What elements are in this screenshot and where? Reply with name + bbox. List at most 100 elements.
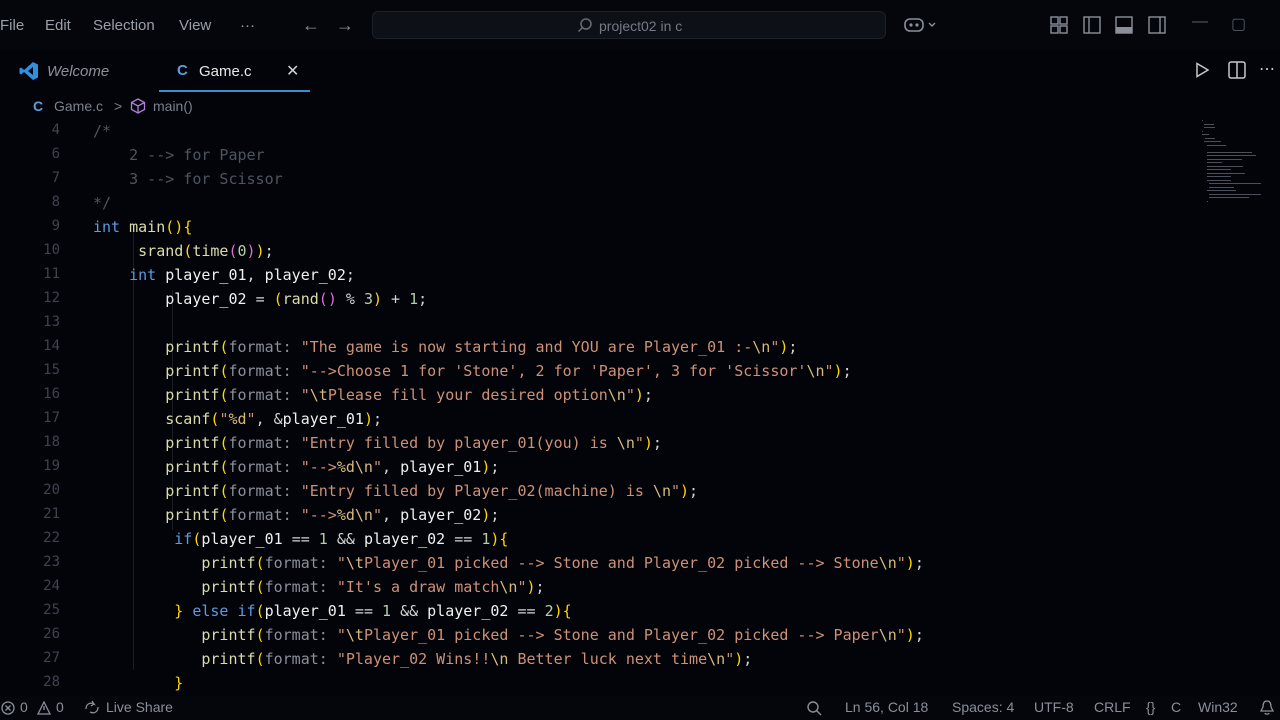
breadcrumb-file[interactable]: Game.c	[54, 98, 103, 114]
toggle-secondary-sidebar-icon[interactable]	[1148, 16, 1166, 34]
customize-layout-icon[interactable]	[1050, 16, 1068, 34]
menu-file[interactable]: File	[0, 17, 24, 34]
line-number: 23	[43, 554, 60, 570]
warning-icon[interactable]	[37, 701, 51, 715]
maximize-icon[interactable]: ▢	[1231, 14, 1246, 34]
code-text: }	[174, 674, 184, 692]
code-editor[interactable]: 4/* 6 2 --> for Paper 7 3 --> for Scissor 8…	[0, 120, 1200, 692]
code-line[interactable]: 10 srand(time(0));	[0, 242, 1200, 266]
live-share-button[interactable]: Live Share	[106, 699, 173, 715]
error-icon[interactable]	[1, 701, 15, 715]
command-center-search[interactable]: project02 in c	[372, 11, 886, 39]
code-line[interactable]: 26 printf(format: "\tPlayer_01 picked --…	[0, 626, 1200, 650]
minimap-line	[1209, 193, 1262, 195]
encoding[interactable]: UTF-8	[1034, 699, 1074, 715]
c-file-icon: C	[33, 98, 44, 114]
minimap[interactable]	[1202, 118, 1270, 208]
more-actions-icon[interactable]: ⋯	[1259, 59, 1275, 79]
tab-game-c[interactable]: C Game.c ✕	[159, 50, 310, 92]
code-line[interactable]: 15 printf(format: "-->Choose 1 for 'Ston…	[0, 362, 1200, 386]
minimap-line	[1204, 127, 1216, 128]
code-line[interactable]: 12 player_02 = (rand() % 3) + 1;	[0, 290, 1200, 314]
code-text: printf(format: "-->%d\n", player_02);	[165, 506, 500, 524]
code-text: 3 --> for Scissor	[93, 170, 283, 188]
code-line[interactable]: 24 printf(format: "It's a draw match\n")…	[0, 578, 1200, 602]
braces-icon[interactable]: {}	[1146, 699, 1155, 715]
minimap-line	[1209, 197, 1249, 198]
indentation[interactable]: Spaces: 4	[952, 699, 1014, 715]
code-line[interactable]: 7 3 --> for Scissor	[0, 170, 1200, 194]
code-text: int player_01, player_02;	[129, 266, 355, 284]
line-number: 17	[43, 410, 60, 426]
error-count[interactable]: 0	[20, 699, 28, 715]
breadcrumb-symbol[interactable]: main()	[153, 98, 193, 114]
minimap-line	[1206, 169, 1231, 170]
line-number: 10	[43, 242, 60, 258]
code-line[interactable]: 20 printf(format: "Entry filled by Playe…	[0, 482, 1200, 506]
breadcrumb-separator: >	[114, 98, 123, 114]
code-text: printf(format: "\tPlease fill your desir…	[165, 386, 653, 404]
code-line[interactable]: 19 printf(format: "-->%d\n", player_01);	[0, 458, 1200, 482]
minimap-line	[1206, 158, 1242, 160]
warning-count[interactable]: 0	[56, 699, 64, 715]
live-share-icon[interactable]	[84, 700, 100, 716]
code-text: printf(format: "Entry filled by player_0…	[165, 434, 662, 452]
forward-arrow-icon[interactable]: →	[336, 15, 354, 36]
minimap-line	[1206, 162, 1223, 163]
line-number: 19	[43, 458, 60, 474]
tab-welcome[interactable]: Welcome	[0, 50, 150, 92]
symbol-method-icon	[130, 98, 146, 114]
menu-edit[interactable]: Edit	[45, 17, 71, 34]
cursor-position[interactable]: Ln 56, Col 18	[845, 699, 928, 715]
code-text: printf(format: "\tPlayer_01 picked --> S…	[201, 626, 924, 644]
zoom-icon[interactable]	[806, 700, 822, 716]
code-line[interactable]: 23 printf(format: "\tPlayer_01 picked --…	[0, 554, 1200, 578]
end-of-line[interactable]: CRLF	[1094, 699, 1131, 715]
code-line[interactable]: 4 /*	[0, 122, 1200, 146]
minimap-line	[1206, 165, 1243, 167]
line-number: 13	[43, 314, 60, 330]
menu-view[interactable]: View	[179, 17, 211, 34]
language-mode[interactable]: C	[1171, 699, 1181, 715]
status-bar: 0 0 Live Share Ln 56, Col 18 Spaces: 4 U…	[0, 696, 1280, 720]
minimap-line	[1202, 130, 1204, 132]
line-number: 20	[43, 482, 60, 498]
copilot-icon[interactable]	[904, 16, 938, 34]
code-line[interactable]: 17 scanf("%d", &player_01);	[0, 410, 1200, 434]
toggle-sidebar-icon[interactable]	[1083, 16, 1101, 34]
code-line[interactable]: 21 printf(format: "-->%d\n", player_02);	[0, 506, 1200, 530]
line-number: 6	[51, 146, 60, 162]
minimap-line	[1207, 179, 1232, 181]
code-line[interactable]: 9 int main(){	[0, 218, 1200, 242]
back-arrow-icon[interactable]: ←	[302, 15, 320, 36]
split-editor-icon[interactable]	[1228, 61, 1246, 79]
line-number: 8	[51, 194, 60, 210]
minimap-line	[1207, 200, 1209, 202]
line-number: 18	[43, 434, 60, 450]
code-line[interactable]: 25 } else if(player_01 == 1 && player_02…	[0, 602, 1200, 626]
code-line[interactable]: 22 if(player_01 == 1 && player_02 == 1){	[0, 530, 1200, 554]
notifications-icon[interactable]	[1259, 700, 1275, 716]
breadcrumb: C Game.c > main()	[0, 92, 1280, 120]
code-line[interactable]: 27 printf(format: "Player_02 Wins!!\n Be…	[0, 650, 1200, 674]
code-line[interactable]: 11 int player_01, player_02;	[0, 266, 1200, 290]
toggle-panel-icon[interactable]	[1115, 16, 1133, 34]
code-line[interactable]: 28 }	[0, 674, 1200, 692]
run-icon[interactable]	[1194, 62, 1210, 78]
menu-more[interactable]: ···	[240, 17, 255, 34]
code-line[interactable]: 8 */	[0, 194, 1200, 218]
minimap-line	[1202, 120, 1204, 121]
code-text: printf(format: "\tPlayer_01 picked --> S…	[201, 554, 924, 572]
code-line[interactable]: 16 printf(format: "\tPlease fill your de…	[0, 386, 1200, 410]
code-line[interactable]: 13	[0, 314, 1200, 338]
menu-selection[interactable]: Selection	[93, 17, 155, 34]
minimap-line	[1206, 144, 1226, 146]
code-line[interactable]: 6 2 --> for Paper	[0, 146, 1200, 170]
platform[interactable]: Win32	[1198, 699, 1238, 715]
line-number: 15	[43, 362, 60, 378]
close-icon[interactable]: ✕	[286, 61, 299, 81]
code-line[interactable]: 18 printf(format: "Entry filled by playe…	[0, 434, 1200, 458]
minimize-icon[interactable]: —	[1192, 13, 1208, 31]
code-line[interactable]: 14 printf(format: "The game is now start…	[0, 338, 1200, 362]
code-text: player_02 = (rand() % 3) + 1;	[165, 290, 428, 308]
